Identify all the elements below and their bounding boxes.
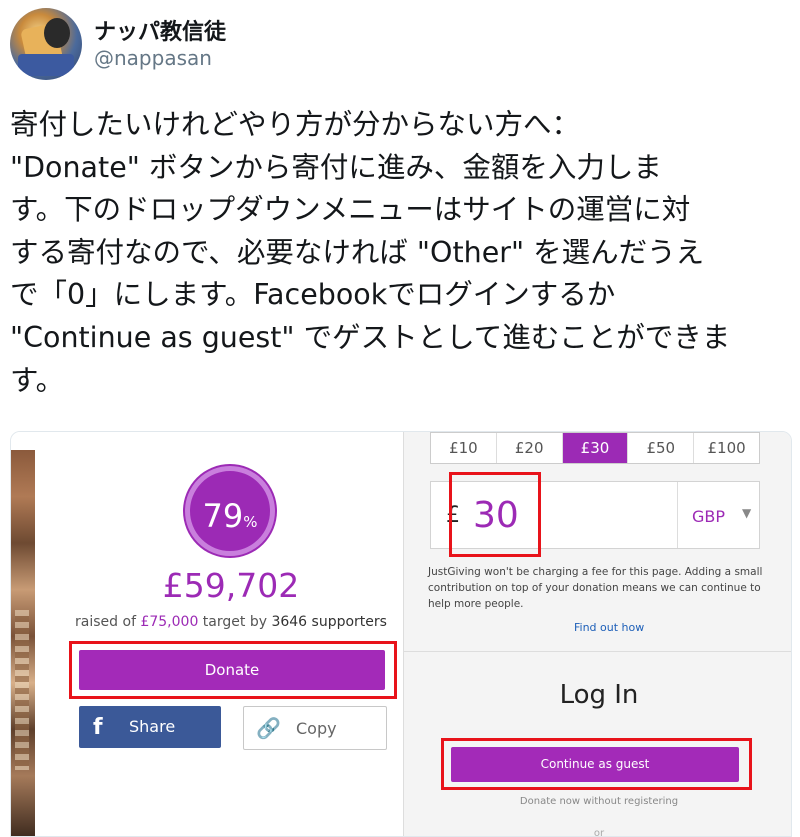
amount-tab[interactable]: £10 xyxy=(431,433,497,463)
tweet-line: す。下のドロップダウンメニューはサイトの運営に対 xyxy=(10,193,691,227)
tweet-line: "Continue as guest" でゲストとして進むことができま xyxy=(10,320,731,354)
copy-link-button[interactable]: 🔗 Copy xyxy=(243,706,387,750)
chevron-down-icon: ▼ xyxy=(742,506,752,520)
tweet-line: "Donate" ボタンから寄付に進み、金額を入力しま xyxy=(10,150,662,184)
supporters-count: 3646 supporters xyxy=(271,614,387,630)
raised-prefix: raised of xyxy=(75,614,141,630)
amount-tab-selected[interactable]: £30 xyxy=(562,433,629,463)
amount-tab[interactable]: £100 xyxy=(694,433,759,463)
highlight-box-donate xyxy=(69,641,397,699)
background-photo xyxy=(11,450,35,836)
highlight-box-guest xyxy=(441,738,752,790)
user-handle[interactable]: @nappasan xyxy=(94,46,212,70)
progress-value: 79% xyxy=(190,497,270,535)
copy-label: Copy xyxy=(296,719,337,738)
divider xyxy=(404,651,791,652)
progress-ring: 79% xyxy=(185,466,275,556)
avatar-art xyxy=(18,54,74,76)
raised-summary: raised of £75,000 target by 3646 support… xyxy=(71,614,391,630)
target-amount: £75,000 xyxy=(140,614,199,630)
tweet-text: 寄付したいけれどやり方が分からない方へ： "Donate" ボタンから寄付に進み… xyxy=(10,104,795,402)
amount-tab[interactable]: £50 xyxy=(628,433,695,463)
amount-preset-tabs: £10 £20 £30 £50 £100 xyxy=(430,432,760,464)
tweet-line: す。 xyxy=(10,363,65,397)
fundraising-summary: 79% £59,702 raised of £75,000 target by … xyxy=(11,432,403,836)
tweet-line: で「0」にします。Facebookでログインするか xyxy=(10,278,616,312)
percent-sign: % xyxy=(243,513,258,531)
embedded-screenshot[interactable]: 79% £59,702 raised of £75,000 target by … xyxy=(10,431,792,837)
avatar-art xyxy=(44,18,70,48)
donation-panel: £10 £20 £30 £50 £100 £ GBP ▼ JustGiving … xyxy=(403,432,791,837)
tweet-line: する寄付なので、必要なければ "Other" を選んだうえ xyxy=(10,235,705,269)
display-name[interactable]: ナッパ教信徒 xyxy=(94,14,226,46)
highlight-box-amount xyxy=(449,472,541,557)
avatar[interactable] xyxy=(10,8,82,80)
currency-select[interactable]: GBP ▼ xyxy=(677,482,761,548)
raised-mid: target by xyxy=(198,614,272,630)
currency-code: GBP xyxy=(692,507,726,526)
link-icon: 🔗 xyxy=(256,716,281,740)
progress-percent: 79 xyxy=(202,497,244,535)
donate-without-registering: Donate now without registering xyxy=(519,796,679,807)
share-label: Share xyxy=(129,717,176,736)
or-separator: or xyxy=(593,828,605,837)
share-button[interactable]: f Share xyxy=(79,706,221,748)
facebook-icon: f xyxy=(93,715,103,740)
find-out-how-link[interactable]: Find out how xyxy=(574,621,644,634)
fee-note: JustGiving won't be charging a fee for t… xyxy=(428,566,763,610)
amount-raised: £59,702 xyxy=(162,566,300,605)
login-title: Log In xyxy=(559,680,639,710)
tweet-line: 寄付したいけれどやり方が分からない方へ： xyxy=(10,108,581,141)
amount-tab[interactable]: £20 xyxy=(497,433,563,463)
